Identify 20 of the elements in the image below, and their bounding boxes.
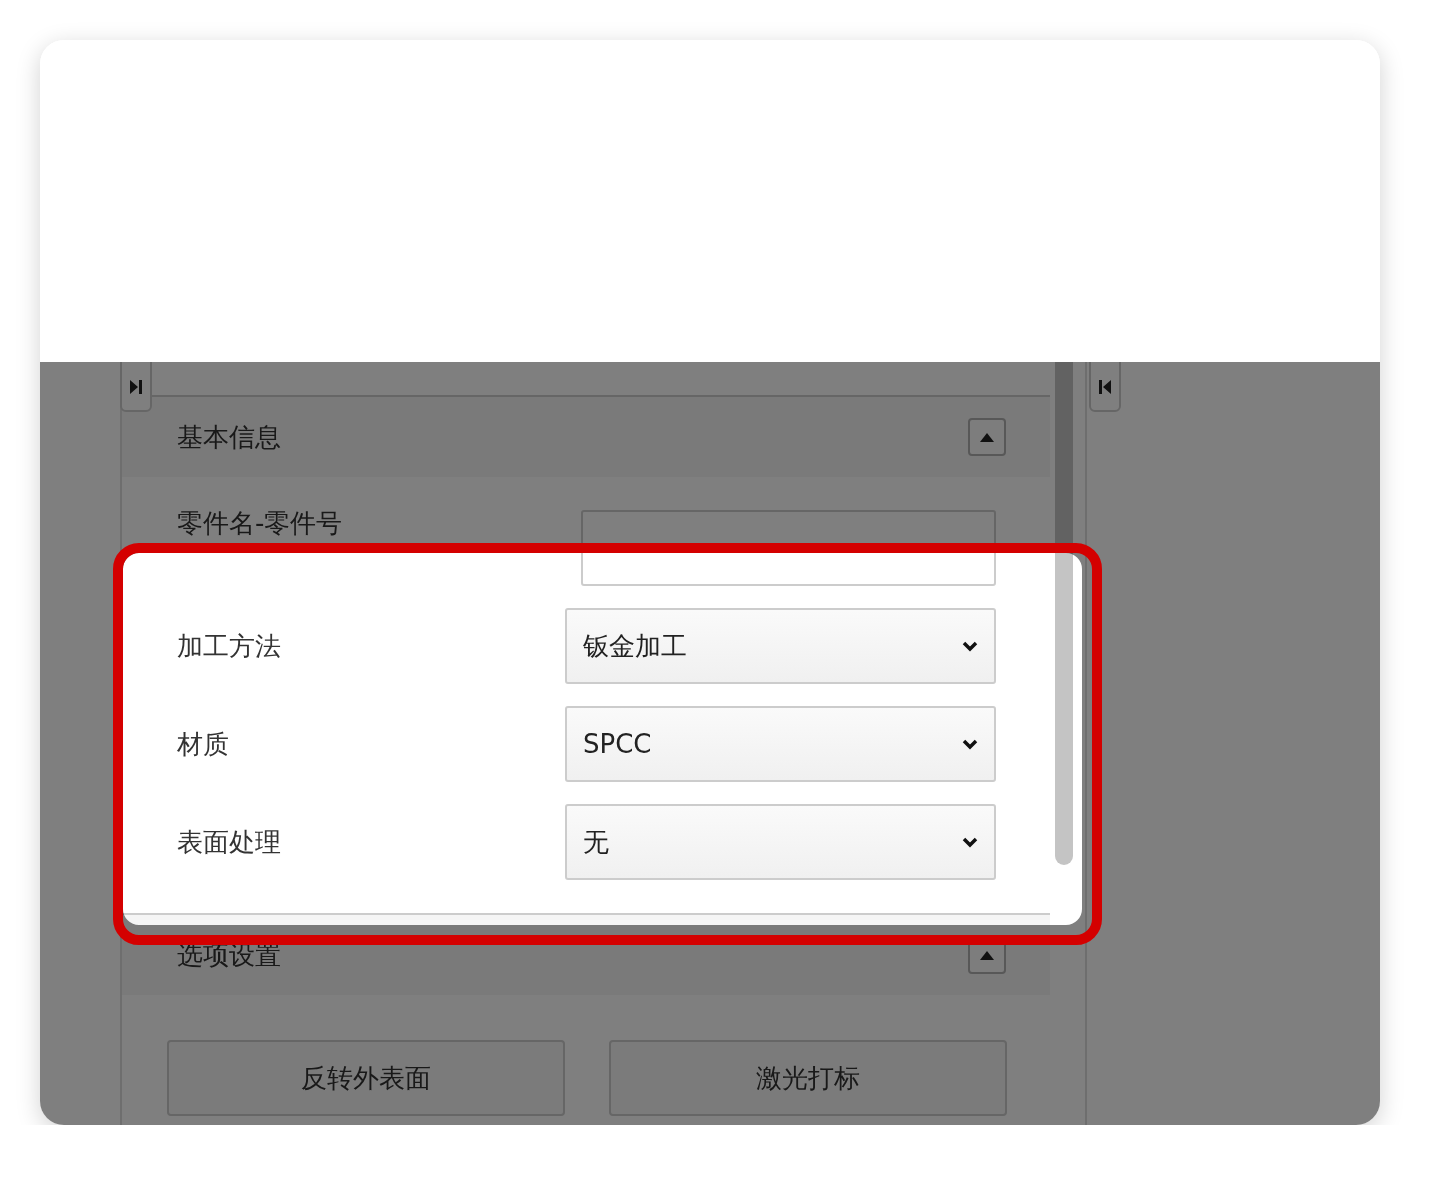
collapse-button[interactable] — [1089, 362, 1121, 412]
skip-end-icon — [130, 380, 142, 394]
action-button[interactable]: 激光打标 — [609, 1040, 1007, 1116]
action-button[interactable]: 反转外表面 — [167, 1040, 565, 1116]
section-title: 基本信息 — [177, 420, 281, 454]
select-field[interactable]: 无 — [565, 804, 996, 880]
chevron-down-icon — [962, 836, 978, 848]
skip-start-icon — [1099, 380, 1111, 394]
chevron-down-icon — [962, 640, 978, 652]
triangle-up-icon — [980, 432, 994, 442]
field-label: 表面处理 — [177, 825, 281, 859]
field-label: 材质 — [177, 727, 229, 761]
select-field[interactable]: 钣金加工 — [565, 608, 996, 684]
field-label: 零件名-零件号 — [177, 508, 343, 538]
toggle-button[interactable] — [968, 418, 1006, 456]
triangle-up-icon — [980, 950, 994, 960]
field-label: 加工方法 — [177, 629, 281, 663]
select-field[interactable]: SPCC — [565, 706, 996, 782]
chevron-down-icon — [962, 738, 978, 750]
scrollbar-thumb[interactable] — [1055, 362, 1073, 865]
